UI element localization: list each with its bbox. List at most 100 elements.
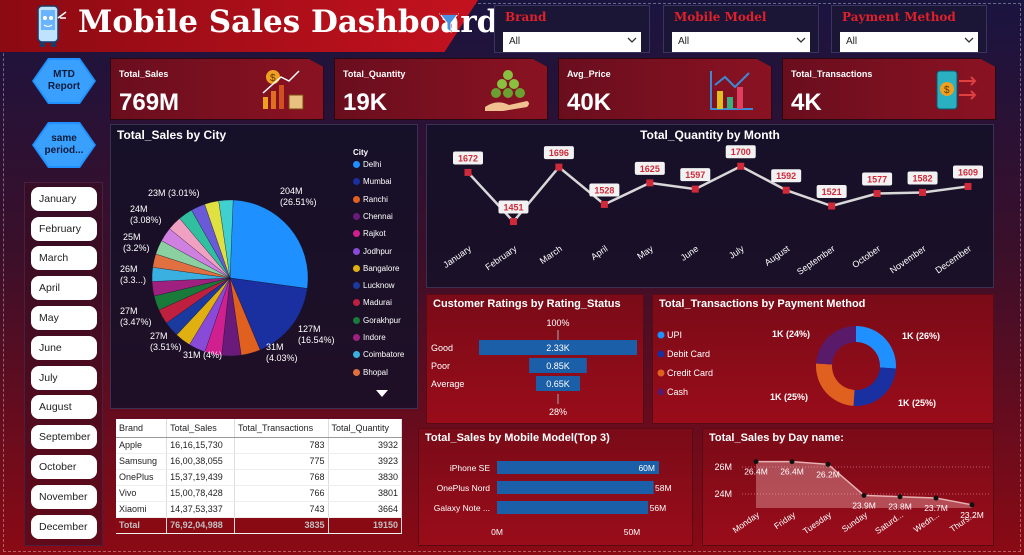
- city-legend-item[interactable]: Madurai: [353, 298, 392, 307]
- customer-ratings-chart[interactable]: 100% Good 2.33K Poor 0.85K Average 0.65K 28%: [426, 294, 644, 424]
- transactions-by-payment-chart[interactable]: UPI Debit Card Credit Card Cash 1K (26%) 1K (…: [652, 294, 994, 424]
- quantity-by-month-chart[interactable]: 1672 January 1451 February 1696 March 1528 Apri…: [426, 124, 994, 288]
- pie-data-label: 31M (4%): [183, 350, 223, 360]
- data-point[interactable]: [789, 459, 795, 465]
- bar[interactable]: [497, 501, 649, 514]
- x-tick-label: July: [727, 243, 746, 261]
- series-line: [467, 164, 969, 224]
- month-button-january[interactable]: January: [31, 187, 97, 211]
- donut-slice[interactable]: [816, 326, 856, 365]
- data-point[interactable]: [691, 185, 699, 193]
- table-cell: Apple: [116, 437, 168, 454]
- city-legend-item[interactable]: Bhopal: [353, 368, 388, 377]
- column-header-total-transactions[interactable]: Total_Transactions: [234, 419, 329, 438]
- month-button-august[interactable]: August: [31, 395, 97, 419]
- legend-label[interactable]: Credit Card: [667, 368, 713, 378]
- data-point[interactable]: [964, 182, 972, 190]
- donut-slice[interactable]: [856, 326, 896, 369]
- data-point[interactable]: [555, 163, 563, 171]
- payment-method-filter-select[interactable]: All: [840, 32, 978, 52]
- data-point[interactable]: [873, 190, 881, 198]
- donut-slice[interactable]: [816, 363, 855, 406]
- scroll-down-triangle-icon[interactable]: [375, 389, 389, 399]
- city-legend-item[interactable]: Bangalore: [353, 264, 399, 273]
- city-legend-item[interactable]: Delhi: [353, 160, 381, 169]
- city-legend-item[interactable]: Jodhpur: [353, 247, 392, 256]
- data-point[interactable]: [933, 495, 939, 501]
- pie-data-label: 27M (3.47%): [120, 306, 152, 327]
- mobile-model-filter-select[interactable]: All: [672, 32, 810, 52]
- data-point[interactable]: [825, 461, 831, 467]
- y-tick-label: 26M: [714, 462, 732, 472]
- legend-label[interactable]: Debit Card: [667, 349, 710, 359]
- pie-data-label: 127M (16.54%): [298, 324, 335, 345]
- table-row[interactable]: Samsung 16,00,38,055 775 3923: [116, 453, 403, 470]
- data-label: 26.2M: [816, 469, 840, 479]
- data-point[interactable]: [753, 459, 759, 465]
- mtd-report-label: MTD Report: [47, 69, 81, 92]
- kpi-label: Total_Quantity: [343, 69, 406, 79]
- pie-data-label: 31M (4.03%): [266, 342, 298, 363]
- data-point[interactable]: [919, 188, 927, 196]
- city-legend-item[interactable]: Rajkot: [353, 229, 386, 238]
- data-point[interactable]: [464, 168, 472, 176]
- month-button-march[interactable]: March: [31, 246, 97, 270]
- category-label: Average: [431, 379, 464, 389]
- data-point[interactable]: [897, 494, 903, 500]
- table-cell: 766: [234, 485, 329, 502]
- data-point[interactable]: [828, 202, 836, 210]
- column-header-total-sales[interactable]: Total_Sales: [166, 419, 235, 438]
- table-row[interactable]: Xiaomi 14,37,53,337 743 3664: [116, 501, 403, 518]
- legend-label[interactable]: UPI: [667, 330, 682, 340]
- month-button-december[interactable]: December: [31, 515, 97, 539]
- city-legend-item[interactable]: Indore: [353, 333, 386, 342]
- bar[interactable]: [497, 461, 659, 474]
- month-button-april[interactable]: April: [31, 276, 97, 300]
- city-legend-item[interactable]: Lucknow: [353, 281, 395, 290]
- kpi-label: Total_Sales: [119, 69, 169, 79]
- city-legend-label: Delhi: [363, 160, 382, 169]
- month-button-september[interactable]: September: [31, 425, 97, 449]
- brand-filter[interactable]: Brand All: [494, 5, 650, 53]
- table-cell: 3664: [328, 501, 403, 518]
- data-point[interactable]: [600, 200, 608, 208]
- legend-label[interactable]: Cash: [667, 387, 688, 397]
- month-button-may[interactable]: May: [31, 306, 97, 330]
- column-header-total-quantity[interactable]: Total_Quantity: [328, 419, 403, 438]
- mobile-model-filter[interactable]: Mobile Model All: [663, 5, 819, 53]
- donut-slice[interactable]: [853, 367, 896, 406]
- month-button-november[interactable]: November: [31, 485, 97, 509]
- table-row[interactable]: Vivo 15,00,78,428 766 3801: [116, 485, 403, 502]
- legend-dot-icon: [353, 161, 360, 168]
- city-legend-label: Coimbatore: [363, 350, 405, 360]
- city-legend-item[interactable]: Gorakhpur: [353, 316, 401, 325]
- table-row[interactable]: Apple 16,16,15,730 783 3932: [116, 437, 403, 454]
- month-button-february[interactable]: February: [31, 217, 97, 241]
- bar[interactable]: [497, 481, 654, 494]
- city-legend-item[interactable]: Ranchi: [353, 195, 388, 204]
- data-point[interactable]: [861, 492, 867, 498]
- category-label: Good: [431, 343, 453, 353]
- month-button-july[interactable]: July: [31, 366, 97, 390]
- data-point[interactable]: [646, 179, 654, 187]
- payment-method-filter[interactable]: Payment Method All: [831, 5, 987, 53]
- data-point[interactable]: [782, 186, 790, 194]
- brand-filter-select[interactable]: All: [503, 32, 641, 52]
- table-cell: Xiaomi: [116, 501, 168, 518]
- data-point[interactable]: [737, 162, 745, 170]
- data-point[interactable]: [969, 502, 975, 508]
- x-tick-label: Friday: [772, 509, 798, 531]
- city-legend-item[interactable]: Chennai: [353, 212, 393, 221]
- city-legend-item[interactable]: Coimbatore: [353, 350, 404, 359]
- filter-funnel-icon[interactable]: [438, 10, 460, 36]
- sales-by-day-chart[interactable]: 26M 24M 26.4M Monday 26.4M Friday 26.2M Tuesday…: [702, 428, 994, 546]
- pie-slice[interactable]: [229, 199, 309, 289]
- month-button-june[interactable]: June: [31, 336, 97, 360]
- sales-by-model-chart[interactable]: iPhone SE 60M OnePlus Nord 58M Galaxy Note .…: [418, 428, 693, 546]
- data-point[interactable]: [509, 218, 517, 226]
- month-button-october[interactable]: October: [31, 455, 97, 479]
- table-row[interactable]: OnePlus 15,37,19,439 768 3830: [116, 469, 403, 486]
- kpi-label: Total_Transactions: [791, 69, 873, 79]
- city-legend-item[interactable]: Mumbai: [353, 177, 391, 186]
- column-header-brand[interactable]: Brand: [116, 419, 168, 438]
